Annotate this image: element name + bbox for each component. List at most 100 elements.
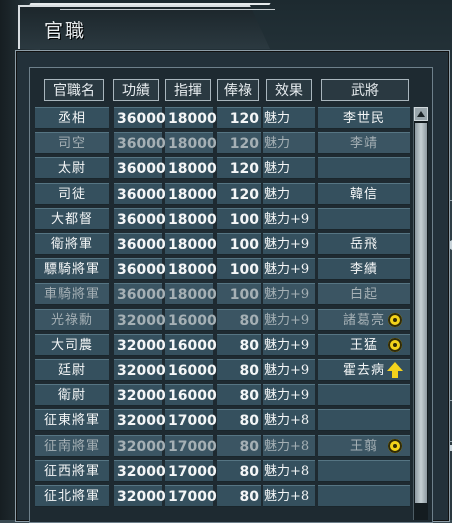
- header-office-name[interactable]: 官職名: [44, 79, 104, 101]
- command-cell: 17000: [165, 459, 217, 482]
- effect-cell-text: 魅力+8: [264, 463, 310, 479]
- table-row[interactable]: 大司農 32000 16000 80 魅力+9 王猛: [35, 333, 410, 356]
- merit-cell-text: 36000: [117, 111, 166, 127]
- merit-cell: 32000: [114, 333, 166, 356]
- header-general[interactable]: 武將: [321, 79, 409, 101]
- general-cell-text: 韓信: [349, 186, 378, 202]
- effect-cell: 魅力+10: [263, 132, 315, 173]
- window-title: 官職: [44, 20, 87, 42]
- table-row[interactable]: 驃騎將軍 36000 18000 100 魅力+9 李績: [35, 258, 410, 281]
- command-cell-text: 17000: [168, 438, 217, 455]
- command-cell: 17000: [165, 409, 217, 432]
- table-row[interactable]: 司徒 3600018000 120魅力+10 韓信: [35, 182, 410, 224]
- general-cell: 王翦: [318, 434, 410, 457]
- table-row[interactable]: 車騎將軍 36000 18000 100 魅力+9 白起: [35, 283, 410, 306]
- effect-cell: 魅力+9: [263, 384, 315, 407]
- general-cell: 霍去病: [318, 359, 410, 381]
- table-row[interactable]: 征東將軍 32000 17000 80 魅力+8: [35, 409, 410, 432]
- salary-cell-text: 120: [229, 161, 259, 178]
- office-name-cell: 廷尉: [35, 359, 109, 381]
- table-row[interactable]: 光祿勳 32000 16000 80 魅力+9 諸葛亮: [35, 308, 410, 331]
- general-cell: [318, 459, 410, 482]
- command-cell-text: 18000: [168, 287, 217, 304]
- command-cell-text: 18000: [168, 237, 217, 253]
- table-row[interactable]: 太尉 3600018000 120魅力+10: [35, 157, 410, 198]
- effect-cell: 魅力+9: [263, 333, 315, 356]
- office-name-cell-text: 征西將軍: [43, 463, 100, 479]
- general-cell-text: 王猛: [349, 337, 378, 353]
- office-name-cell-text: 車騎將軍: [43, 287, 100, 303]
- header-merit[interactable]: 功績: [113, 79, 159, 101]
- coin-icon: [388, 312, 402, 327]
- command-cell: 18000: [165, 132, 217, 155]
- salary-cell: 80: [217, 434, 261, 457]
- header-salary[interactable]: 俸祿: [217, 79, 259, 101]
- scrollbar[interactable]: [413, 107, 428, 520]
- command-cell-text: 18000: [168, 186, 217, 203]
- table-row[interactable]: 衛尉 32000 16000 80 魅力+9: [35, 384, 410, 407]
- effect-cell: 魅力+9: [263, 359, 315, 381]
- merit-cell: 36000: [114, 182, 166, 205]
- effect-cell-text: 魅力+8: [264, 413, 310, 429]
- merit-cell-text: 36000: [117, 211, 166, 228]
- office-name-cell-text: 太尉: [57, 161, 86, 177]
- general-cell: 諸葛亮: [318, 308, 410, 331]
- effect-cell-text: 魅力+9: [264, 211, 310, 227]
- table-row[interactable]: 丞相 3600018000 120魅力+10 李世民: [35, 107, 410, 148]
- effect-cell-text: 魅力+8: [264, 489, 310, 504]
- effect-cell-text: 魅力+9: [264, 363, 310, 378]
- salary-cell-text: 100: [229, 211, 259, 228]
- general-cell: [318, 384, 410, 407]
- command-cell: 18000: [165, 157, 217, 180]
- salary-cell-text: 80: [239, 463, 259, 480]
- merit-cell: 36000: [114, 283, 166, 306]
- up-arrow-icon: [387, 362, 403, 378]
- header-effect[interactable]: 效果: [266, 79, 312, 101]
- office-name-cell-text: 大司農: [50, 337, 93, 353]
- effect-cell: 魅力+8: [263, 485, 315, 507]
- salary-cell-text: 100: [229, 237, 259, 253]
- command-cell: 17000: [165, 485, 217, 507]
- merit-cell: 36000: [114, 132, 166, 155]
- merit-cell-text: 36000: [117, 237, 166, 253]
- merit-cell-text: 32000: [117, 463, 166, 480]
- merit-cell: 36000: [114, 107, 166, 129]
- effect-cell: 魅力+9: [263, 207, 315, 230]
- table-row[interactable]: 司空 3600018000 120魅力+10 李靖: [35, 132, 410, 173]
- salary-cell-text: 80: [239, 363, 259, 379]
- salary-cell: 80: [217, 384, 261, 407]
- table-row[interactable]: 征北將軍 32000 17000 80 魅力+8: [35, 485, 410, 507]
- command-cell: 18000: [165, 283, 217, 306]
- general-cell-text: 岳飛: [349, 237, 378, 252]
- banner-stroke: [60, 9, 275, 10]
- command-cell: 18000: [165, 258, 217, 281]
- table-row[interactable]: 征南將軍 32000 17000 80 魅力+8 王翦: [35, 434, 410, 457]
- merit-cell-text: 36000: [117, 161, 166, 178]
- general-cell-text: 王翦: [349, 438, 378, 454]
- salary-cell: 80: [217, 485, 261, 507]
- header-command[interactable]: 指揮: [165, 79, 211, 101]
- command-cell: 18000: [165, 107, 217, 129]
- table-row[interactable]: 廷尉 32000 16000 80 魅力+9 霍去病: [35, 359, 410, 381]
- scroll-up-button[interactable]: [414, 107, 428, 121]
- salary-cell: 80: [217, 333, 261, 356]
- table-row[interactable]: 大都督 36000 18000 100 魅力+9: [35, 207, 410, 230]
- salary-cell: 120: [217, 132, 261, 155]
- command-cell-text: 18000: [168, 111, 217, 127]
- general-cell-text: 李世民: [342, 111, 385, 126]
- scroll-thumb[interactable]: [415, 123, 427, 503]
- salary-cell-text: 80: [239, 489, 259, 505]
- office-name-cell: 光祿勳: [35, 308, 109, 331]
- office-name-cell-text: 驃騎將軍: [43, 262, 100, 278]
- table-row[interactable]: 征西將軍 32000 17000 80 魅力+8: [35, 459, 410, 482]
- effect-cell: 魅力+8: [263, 409, 315, 432]
- office-name-cell-text: 征北將軍: [43, 489, 100, 504]
- command-cell-text: 17000: [168, 489, 217, 505]
- salary-cell-text: 100: [229, 262, 259, 279]
- merit-cell-text: 32000: [117, 413, 166, 430]
- table-row[interactable]: 衛將軍 36000 18000 100 魅力+9 岳飛: [35, 233, 410, 255]
- office-name-cell: 大司農: [35, 333, 109, 356]
- office-name-cell: 司徒: [35, 182, 109, 205]
- salary-cell: 120: [217, 107, 261, 129]
- merit-cell: 36000: [114, 258, 166, 281]
